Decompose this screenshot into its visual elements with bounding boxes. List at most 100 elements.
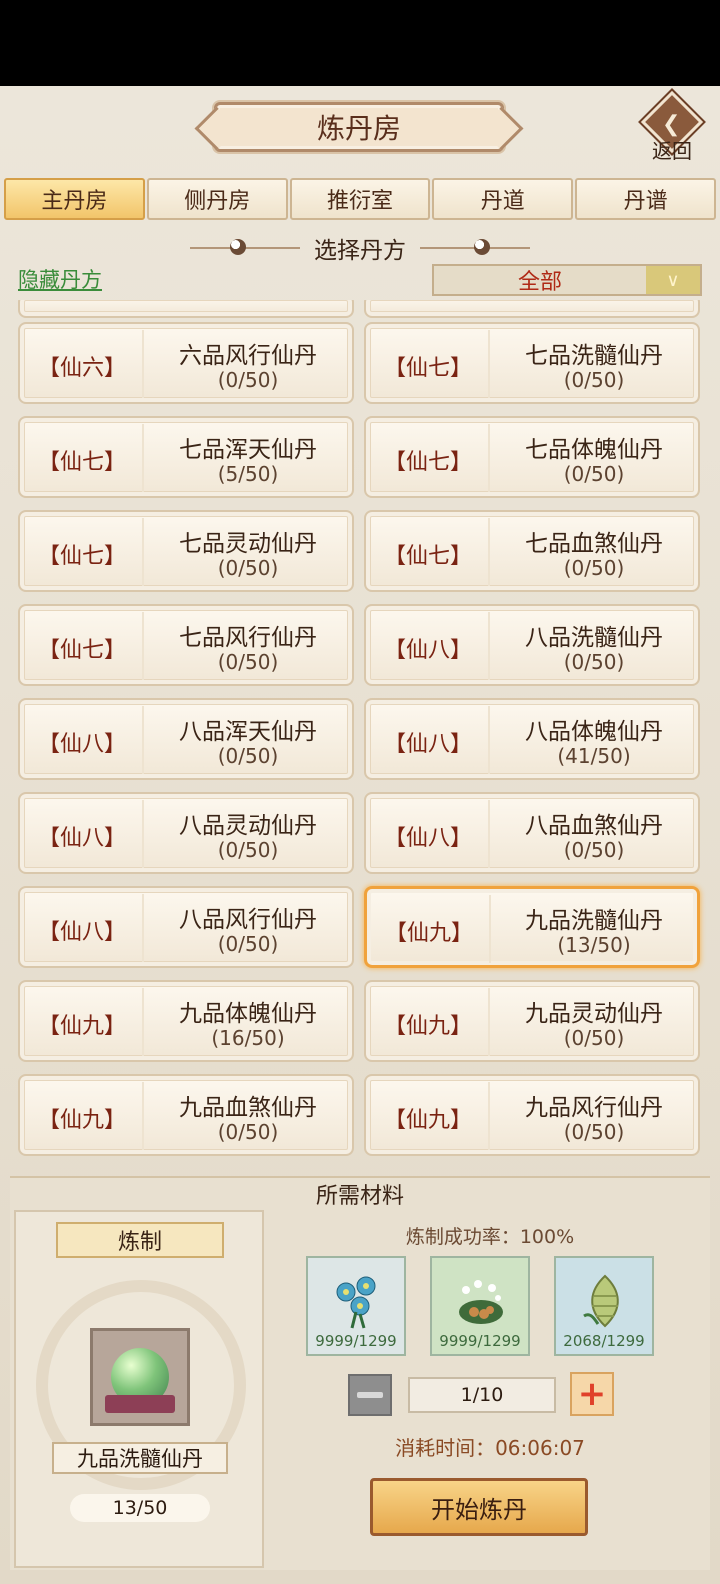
recipe-card[interactable]: 【仙七】 七品体魄仙丹 (0/50) — [364, 416, 700, 498]
back-arrow-icon: ❮ — [662, 112, 681, 137]
recipe-count: (0/50) — [217, 1120, 279, 1144]
recipe-card[interactable]: 【仙七】 七品灵动仙丹 (0/50) — [18, 510, 354, 592]
time-cost: 消耗时间：06:06:07 — [395, 1436, 585, 1460]
recipe-count: (0/50) — [217, 838, 279, 862]
recipe-card-partial — [364, 300, 700, 318]
tab-main-room[interactable]: 主丹房 — [4, 178, 145, 220]
recipe-name: 七品洗髓仙丹 — [525, 343, 663, 369]
recipe-count: (0/50) — [217, 556, 279, 580]
recipe-card[interactable]: 【仙七】 七品风行仙丹 (0/50) — [18, 604, 354, 686]
recipe-grade: 【仙八】 — [38, 826, 127, 851]
recipe-card[interactable]: 【仙八】 八品体魄仙丹 (41/50) — [364, 698, 700, 780]
recipe-count: (41/50) — [557, 744, 631, 768]
recipe-count: (0/50) — [563, 462, 625, 486]
start-refining-button[interactable]: 开始炼丹 — [370, 1478, 588, 1536]
recipe-grade: 【仙八】 — [384, 732, 473, 757]
recipe-card-selected[interactable]: 【仙九】 九品洗髓仙丹 (13/50) — [364, 886, 700, 968]
tab-dan-pu[interactable]: 丹谱 — [575, 178, 716, 220]
recipe-count: (13/50) — [557, 933, 631, 957]
filter-value: 全部 — [517, 270, 562, 295]
recipe-card[interactable]: 【仙八】 八品浑天仙丹 (0/50) — [18, 698, 354, 780]
recipe-name: 七品灵动仙丹 — [179, 531, 317, 557]
recipe-grade: 【仙七】 — [384, 450, 473, 475]
recipe-count: (0/50) — [563, 838, 625, 862]
material-slot[interactable]: 2068/1299 — [554, 1256, 654, 1356]
recipe-card[interactable]: 【仙九】 九品血煞仙丹 (0/50) — [18, 1074, 354, 1156]
tab-side-room[interactable]: 侧丹房 — [146, 178, 288, 220]
recipe-name: 七品浑天仙丹 — [179, 437, 317, 463]
recipe-card[interactable]: 【仙八】 八品灵动仙丹 (0/50) — [18, 792, 354, 874]
recipe-name: 九品体魄仙丹 — [179, 1001, 317, 1027]
recipe-name: 八品体魄仙丹 — [525, 719, 663, 745]
recipe-card[interactable]: 【仙八】 八品洗髓仙丹 (0/50) — [364, 604, 700, 686]
recipe-grade: 【仙八】 — [38, 920, 127, 945]
recipe-grade: 【仙九】 — [384, 1014, 473, 1039]
recipe-name: 六品风行仙丹 — [179, 343, 317, 369]
material-slot[interactable]: 9999/1299 — [306, 1256, 406, 1356]
recipe-name: 七品血煞仙丹 — [525, 531, 663, 557]
recipe-card[interactable]: 【仙八】 八品血煞仙丹 (0/50) — [364, 792, 700, 874]
recipe-count: (0/50) — [563, 1026, 625, 1050]
back-label: 返回 — [652, 139, 692, 163]
tab-bar: 主丹房 侧丹房 推衍室 丹道 丹谱 — [4, 178, 716, 220]
recipe-grade: 【仙九】 — [38, 1108, 127, 1133]
recipe-grade: 【仙九】 — [38, 1014, 127, 1039]
recipe-grade: 【仙八】 — [38, 732, 127, 757]
recipe-name: 九品血煞仙丹 — [179, 1095, 317, 1121]
recipe-count: (0/50) — [217, 744, 279, 768]
recipe-grade: 【仙七】 — [384, 544, 473, 569]
recipe-count: (0/50) — [563, 650, 625, 674]
decrease-button[interactable] — [348, 1374, 392, 1416]
recipe-card[interactable]: 【仙六】 六品风行仙丹 (0/50) — [18, 322, 354, 404]
increase-button[interactable]: + — [570, 1372, 614, 1416]
recipe-grade: 【仙六】 — [38, 356, 127, 381]
recipe-card[interactable]: 【仙七】 七品浑天仙丹 (5/50) — [18, 416, 354, 498]
material-slot[interactable]: 9999/1299 — [430, 1256, 530, 1356]
green-cone-icon — [583, 1274, 619, 1328]
tab-deduction-room[interactable]: 推衍室 — [289, 178, 431, 220]
recipe-card-partial — [18, 300, 354, 318]
recipe-name: 八品血煞仙丹 — [525, 813, 663, 839]
recipe-grid: 【仙六】 六品风行仙丹 (0/50) 【仙七】 七品洗髓仙丹 (0/50) 【仙… — [0, 300, 720, 1160]
recipe-card[interactable]: 【仙七】 七品血煞仙丹 (0/50) — [364, 510, 700, 592]
recipe-name: 八品洗髓仙丹 — [525, 625, 663, 651]
back-button[interactable]: ❮ 返回 — [636, 90, 708, 166]
page-title: 炼丹房 — [214, 102, 504, 152]
recipe-name: 八品浑天仙丹 — [179, 719, 317, 745]
tab-dan-dao[interactable]: 丹道 — [432, 178, 574, 220]
recipe-name: 九品风行仙丹 — [525, 1095, 663, 1121]
recipe-card[interactable]: 【仙九】 九品风行仙丹 (0/50) — [364, 1074, 700, 1156]
recipe-count: (0/50) — [217, 650, 279, 674]
recipe-name: 九品洗髓仙丹 — [525, 908, 663, 934]
blue-flower-icon — [336, 1276, 376, 1329]
material-qty: 9999/1299 — [439, 1332, 521, 1350]
pill-stand-icon — [105, 1395, 175, 1413]
recipe-count: (0/50) — [563, 368, 625, 392]
product-name: 九品洗髓仙丹 — [52, 1442, 228, 1474]
recipe-count: (0/50) — [217, 368, 279, 392]
status-bar — [0, 0, 720, 86]
product-count: 13/50 — [70, 1494, 210, 1522]
quantity-stepper[interactable]: 1/10 — [408, 1377, 556, 1413]
recipe-name: 八品风行仙丹 — [179, 907, 317, 933]
recipe-count: (0/50) — [563, 1120, 625, 1144]
nest-herb-icon — [459, 1280, 503, 1324]
minus-icon — [357, 1392, 383, 1398]
recipe-grade: 【仙七】 — [384, 356, 473, 381]
recipe-card[interactable]: 【仙九】 九品体魄仙丹 (16/50) — [18, 980, 354, 1062]
recipe-card[interactable]: 【仙八】 八品风行仙丹 (0/50) — [18, 886, 354, 968]
hide-recipes-link[interactable]: 隐藏丹方 — [18, 264, 102, 294]
recipe-count: (0/50) — [563, 556, 625, 580]
recipe-name: 七品风行仙丹 — [179, 625, 317, 651]
product-slot[interactable] — [90, 1328, 190, 1426]
filter-dropdown[interactable]: 全部 ∨ — [432, 264, 702, 296]
recipe-count: (0/50) — [217, 932, 279, 956]
recipe-grade: 【仙八】 — [384, 638, 473, 663]
recipe-grade: 【仙七】 — [38, 638, 127, 663]
recipe-grade: 【仙七】 — [38, 544, 127, 569]
recipe-name: 七品体魄仙丹 — [525, 437, 663, 463]
chevron-double-down-icon: ∨ — [646, 266, 700, 294]
recipe-card[interactable]: 【仙七】 七品洗髓仙丹 (0/50) — [364, 322, 700, 404]
recipe-card[interactable]: 【仙九】 九品灵动仙丹 (0/50) — [364, 980, 700, 1062]
plus-icon: + — [577, 1374, 607, 1414]
